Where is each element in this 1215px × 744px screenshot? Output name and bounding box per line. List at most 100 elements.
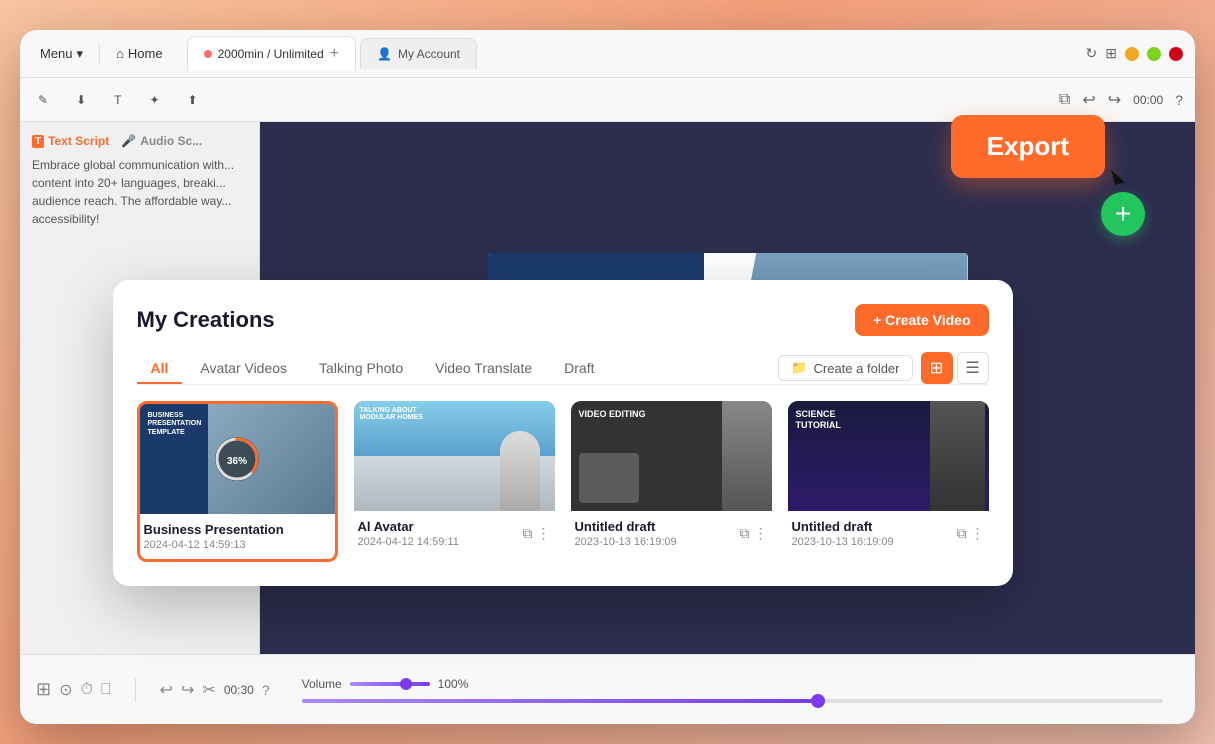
- card2-more-icon[interactable]: ⋮: [537, 525, 551, 542]
- volume-pct: 100%: [438, 677, 469, 691]
- close-button[interactable]: [1169, 47, 1183, 61]
- volume-control: Volume 100%: [302, 677, 1163, 691]
- menu-chevron-icon: ▾: [77, 46, 84, 62]
- image-icon[interactable]: ⎕: [101, 681, 111, 699]
- volume-fill: [350, 682, 430, 686]
- script-tabs: T Text Script 🎤 Audio Sc...: [32, 134, 247, 148]
- create-video-button[interactable]: + Create Video: [855, 304, 988, 336]
- card3-actions: ⧉ ⋮: [736, 521, 772, 546]
- cursor-arrow-shape: [1111, 167, 1125, 185]
- home-label: Home: [128, 46, 163, 61]
- refresh-icon[interactable]: ↻: [1086, 45, 1098, 62]
- history-icon[interactable]: ⏱: [81, 681, 93, 699]
- timeline-track: [302, 699, 1163, 703]
- maximize-button[interactable]: [1147, 47, 1161, 61]
- card-thumb-3: VIDEO EDITING: [571, 401, 772, 511]
- tab-add-icon: +: [330, 45, 339, 63]
- toolbar-upload[interactable]: ⬆: [182, 89, 204, 111]
- card2-date: 2024-04-12 14:59:11: [358, 536, 459, 548]
- progress-thumb: [811, 694, 825, 708]
- timeline-help-icon[interactable]: ?: [262, 682, 270, 698]
- volume-label: Volume: [302, 677, 342, 691]
- add-scene-icon[interactable]: ⊞: [36, 679, 51, 700]
- modal-header: My Creations + Create Video: [137, 304, 989, 336]
- tab-all[interactable]: All: [137, 354, 183, 384]
- progress-track[interactable]: [302, 699, 1163, 703]
- redo2-icon[interactable]: ↪: [181, 680, 194, 700]
- create-folder-button[interactable]: 📁 Create a folder: [778, 355, 912, 381]
- card3-footer: Untitled draft 2023-10-13 16:19:09 ⧉ ⋮: [571, 511, 772, 556]
- tab-draft[interactable]: Draft: [550, 354, 608, 384]
- minimize-button[interactable]: [1125, 47, 1139, 61]
- tab-account[interactable]: 👤 My Account: [360, 38, 477, 69]
- view-toggle: ⊞ ☰: [921, 352, 989, 384]
- grid-icon[interactable]: ⊞: [1105, 45, 1117, 62]
- tab-account-label: My Account: [398, 47, 460, 61]
- vedit-person: [722, 401, 772, 511]
- vedit-title: VIDEO EDITING: [579, 409, 646, 419]
- add-button[interactable]: +: [1101, 192, 1145, 236]
- time-display: 00:00: [1133, 93, 1163, 107]
- card-untitled-2[interactable]: SCIENCETUTORIAL Untitled draft 2023-10-1…: [788, 401, 989, 562]
- card-untitled-1[interactable]: VIDEO EDITING Untitled draft 2023-10-13 …: [571, 401, 772, 562]
- modal-tab-actions: 📁 Create a folder ⊞ ☰: [778, 352, 988, 384]
- tab-dot: [204, 50, 212, 58]
- card4-footer: Untitled draft 2023-10-13 16:19:09 ⧉ ⋮: [788, 511, 989, 556]
- tab-talking-photo[interactable]: Talking Photo: [305, 354, 417, 384]
- toolbar-text[interactable]: T: [108, 89, 127, 111]
- card3-info: Untitled draft 2023-10-13 16:19:09: [571, 511, 681, 556]
- copy-icon[interactable]: ⧉: [1059, 91, 1070, 109]
- text-script-tab[interactable]: T Text Script: [32, 134, 109, 148]
- svg-text:36%: 36%: [227, 456, 247, 467]
- help-icon[interactable]: ?: [1175, 92, 1183, 108]
- card4-copy-icon[interactable]: ⧉: [957, 525, 967, 542]
- card3-name: Untitled draft: [575, 519, 677, 534]
- volume-thumb: [400, 678, 412, 690]
- card4-more-icon[interactable]: ⋮: [971, 525, 985, 542]
- download-icon: ⬇: [76, 93, 86, 107]
- script-area: T Text Script 🎤 Audio Sc... Embrace glob…: [20, 122, 259, 236]
- volume-area: Volume 100%: [286, 677, 1179, 703]
- timeline-time: 00:30: [224, 683, 254, 697]
- account-icon: 👤: [377, 47, 392, 61]
- redo-icon[interactable]: ↪: [1108, 90, 1121, 110]
- home-button[interactable]: ⌂ Home: [108, 42, 171, 65]
- undo-icon[interactable]: ↩: [1082, 90, 1095, 110]
- grid-view-button[interactable]: ⊞: [921, 352, 953, 384]
- card2-content: TALKING ABOUTMODULAR HOMES: [354, 401, 555, 511]
- effects-icon: ✦: [149, 93, 159, 107]
- card3-copy-icon[interactable]: ⧉: [740, 525, 750, 542]
- toolbar-effects[interactable]: ✦: [143, 89, 165, 111]
- undo-timeline-icon[interactable]: ⊙: [59, 680, 72, 700]
- volume-slider[interactable]: [350, 682, 430, 686]
- card4-date: 2023-10-13 16:19:09: [792, 536, 894, 548]
- card2-copy-icon[interactable]: ⧉: [523, 525, 533, 542]
- undo2-icon[interactable]: ↩: [160, 680, 173, 700]
- al-text: TALKING ABOUTMODULAR HOMES: [360, 407, 423, 421]
- card3-content: VIDEO EDITING: [571, 401, 772, 511]
- menu-button[interactable]: Menu ▾: [32, 42, 91, 66]
- cut-icon[interactable]: ✂: [202, 680, 215, 700]
- tab-avatar-videos[interactable]: Avatar Videos: [186, 354, 301, 384]
- card2-name: Al Avatar: [358, 519, 459, 534]
- tab-area: 2000min / Unlimited + 👤 My Account: [187, 36, 1078, 71]
- tab-credits-label: 2000min / Unlimited: [218, 47, 324, 61]
- toolbar-edit-icon[interactable]: ✎: [32, 89, 54, 111]
- tab-credits[interactable]: 2000min / Unlimited +: [187, 36, 356, 71]
- folder-icon: 📁: [791, 360, 807, 376]
- toolbar-right: ⧉ ↩ ↪ 00:00 ?: [1059, 90, 1183, 110]
- tab-video-translate[interactable]: Video Translate: [421, 354, 546, 384]
- card1-date: 2024-04-12 14:59:13: [144, 539, 331, 551]
- biz-text: BUSINESSPRESENTATIONTEMPLATE: [148, 412, 202, 437]
- card-al-avatar[interactable]: TALKING ABOUTMODULAR HOMES Al Avatar 202…: [354, 401, 555, 562]
- card-business-presentation[interactable]: BUSINESSPRESENTATIONTEMPLATE 36% Busines…: [137, 401, 338, 562]
- cards-grid: BUSINESSPRESENTATIONTEMPLATE 36% Busines…: [137, 401, 989, 562]
- card3-more-icon[interactable]: ⋮: [754, 525, 768, 542]
- audio-script-tab[interactable]: 🎤 Audio Sc...: [121, 134, 202, 148]
- card1-name: Business Presentation: [144, 522, 331, 537]
- export-button[interactable]: Export: [951, 115, 1105, 178]
- toolbar-download[interactable]: ⬇: [70, 89, 92, 111]
- list-view-button[interactable]: ☰: [957, 352, 989, 384]
- window-controls: ↻ ⊞: [1086, 45, 1183, 62]
- home-icon: ⌂: [116, 46, 124, 61]
